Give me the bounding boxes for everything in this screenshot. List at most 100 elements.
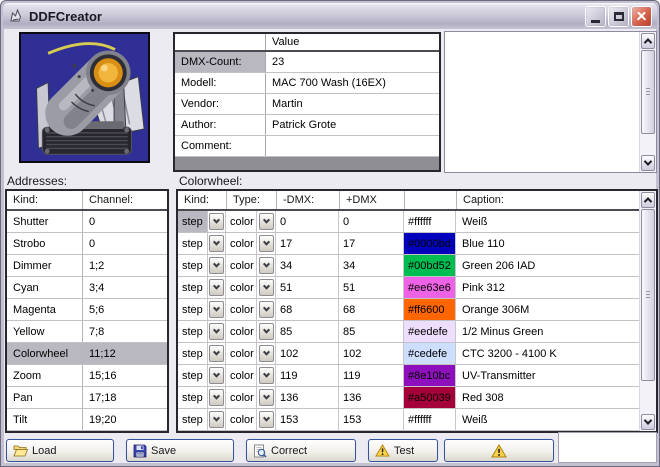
minus-dmx-cell[interactable]: 136 xyxy=(276,387,339,408)
caption-cell[interactable]: Orange 306M xyxy=(456,299,639,320)
type-dropdown-button[interactable] xyxy=(257,233,276,254)
kind-value-cell[interactable]: step xyxy=(178,299,208,320)
type-value-cell[interactable]: color xyxy=(226,343,257,364)
minus-dmx-cell[interactable]: 0 xyxy=(276,211,339,232)
address-row-dimmer[interactable]: Dimmer 1;2 xyxy=(7,255,167,277)
property-label-author[interactable]: Author: xyxy=(175,115,266,135)
kind-dropdown-button[interactable] xyxy=(208,343,226,364)
status-field[interactable] xyxy=(558,432,657,463)
minimize-button[interactable] xyxy=(585,6,606,27)
color-swatch-cell[interactable]: #ffffff xyxy=(404,211,456,232)
address-row-cyan[interactable]: Cyan 3;4 xyxy=(7,277,167,299)
type-dropdown-button[interactable] xyxy=(257,255,276,276)
minus-dmx-cell[interactable]: 51 xyxy=(276,277,339,298)
kind-value-cell[interactable]: step xyxy=(178,233,208,254)
color-swatch-cell[interactable]: #ee63e6 xyxy=(404,277,456,298)
plus-dmx-cell[interactable]: 68 xyxy=(339,299,404,320)
plus-dmx-cell[interactable]: 51 xyxy=(339,277,404,298)
caption-cell[interactable]: Green 206 IAD xyxy=(456,255,639,276)
color-swatch-cell[interactable]: #00bd52 xyxy=(404,255,456,276)
color-swatch-cell[interactable]: #8e10bc xyxy=(404,365,456,386)
caption-cell[interactable]: UV-Transmitter xyxy=(456,365,639,386)
scrollbar-thumb[interactable] xyxy=(641,209,655,381)
type-dropdown-button[interactable] xyxy=(257,299,276,320)
address-row-magenta[interactable]: Magenta 5;6 xyxy=(7,299,167,321)
caption-cell[interactable]: CTC 3200 - 4100 K xyxy=(456,343,639,364)
plus-dmx-cell[interactable]: 136 xyxy=(339,387,404,408)
type-value-cell[interactable]: color xyxy=(226,409,257,430)
kind-value-cell[interactable]: step xyxy=(178,321,208,342)
minus-dmx-cell[interactable]: 68 xyxy=(276,299,339,320)
type-dropdown-button[interactable] xyxy=(257,387,276,408)
minus-dmx-cell[interactable]: 34 xyxy=(276,255,339,276)
kind-dropdown-button[interactable] xyxy=(208,387,226,408)
minus-dmx-cell[interactable]: 102 xyxy=(276,343,339,364)
caption-cell[interactable]: Blue 110 xyxy=(456,233,639,254)
warning-button[interactable] xyxy=(444,439,554,462)
kind-value-cell[interactable]: step xyxy=(178,255,208,276)
color-swatch-cell[interactable]: #ff6600 xyxy=(404,299,456,320)
color-swatch-cell[interactable]: #eedefe xyxy=(404,321,456,342)
titlebar[interactable]: DDFCreator xyxy=(3,3,657,29)
test-button[interactable]: Test xyxy=(368,439,438,462)
type-value-cell[interactable]: color xyxy=(226,365,257,386)
property-value-modell[interactable]: MAC 700 Wash (16EX) xyxy=(266,73,439,93)
minus-dmx-cell[interactable]: 17 xyxy=(276,233,339,254)
plus-dmx-cell[interactable]: 153 xyxy=(339,409,404,430)
plus-dmx-cell[interactable]: 17 xyxy=(339,233,404,254)
kind-value-cell[interactable]: step xyxy=(178,343,208,364)
color-swatch-cell[interactable]: #cedefe xyxy=(404,343,456,364)
scroll-down-button[interactable] xyxy=(641,155,655,171)
type-value-cell[interactable]: color xyxy=(226,387,257,408)
type-dropdown-button[interactable] xyxy=(257,277,276,298)
address-row-pan[interactable]: Pan 17;18 xyxy=(7,387,167,409)
type-dropdown-button[interactable] xyxy=(257,409,276,430)
correct-button[interactable]: Correct xyxy=(246,439,356,462)
type-dropdown-button[interactable] xyxy=(257,211,276,232)
caption-cell[interactable]: Weiß xyxy=(456,211,639,232)
property-label-vendor[interactable]: Vendor: xyxy=(175,94,266,114)
kind-dropdown-button[interactable] xyxy=(208,299,226,320)
load-button[interactable]: Load xyxy=(6,439,114,462)
plus-dmx-cell[interactable]: 102 xyxy=(339,343,404,364)
kind-dropdown-button[interactable] xyxy=(208,409,226,430)
plus-dmx-cell[interactable]: 0 xyxy=(339,211,404,232)
type-dropdown-button[interactable] xyxy=(257,365,276,386)
address-row-tilt[interactable]: Tilt 19;20 xyxy=(7,409,167,431)
address-row-shutter[interactable]: Shutter 0 xyxy=(7,211,167,233)
save-button[interactable]: Save xyxy=(126,439,234,462)
close-button[interactable] xyxy=(631,6,652,27)
property-value-author[interactable]: Patrick Grote xyxy=(266,115,439,135)
caption-cell[interactable]: Red 308 xyxy=(456,387,639,408)
maximize-button[interactable] xyxy=(608,6,629,27)
color-swatch-cell[interactable]: #0000bd xyxy=(404,233,456,254)
kind-dropdown-button[interactable] xyxy=(208,211,226,232)
property-value-dmx-count[interactable]: 23 xyxy=(266,52,439,72)
color-swatch-cell[interactable]: #ffffff xyxy=(404,409,456,430)
preview-panel[interactable] xyxy=(444,31,657,173)
type-value-cell[interactable]: color xyxy=(226,233,257,254)
scrollbar-thumb[interactable] xyxy=(641,50,655,134)
property-label-dmx-count[interactable]: DMX-Count: xyxy=(175,52,266,72)
minus-dmx-cell[interactable]: 119 xyxy=(276,365,339,386)
caption-cell[interactable]: Pink 312 xyxy=(456,277,639,298)
kind-value-cell[interactable]: step xyxy=(178,365,208,386)
minus-dmx-cell[interactable]: 153 xyxy=(276,409,339,430)
colorwheel-scrollbar[interactable] xyxy=(639,191,656,431)
caption-cell[interactable]: Weiß xyxy=(456,409,639,430)
type-value-cell[interactable]: color xyxy=(226,255,257,276)
kind-dropdown-button[interactable] xyxy=(208,321,226,342)
address-row-colorwheel-selected[interactable]: Colorwheel 11;12 xyxy=(7,343,167,365)
type-value-cell[interactable]: color xyxy=(226,321,257,342)
caption-cell[interactable]: 1/2 Minus Green xyxy=(456,321,639,342)
preview-scrollbar[interactable] xyxy=(639,32,656,172)
property-value-vendor[interactable]: Martin xyxy=(266,94,439,114)
minus-dmx-cell[interactable]: 85 xyxy=(276,321,339,342)
kind-value-cell[interactable]: step xyxy=(178,409,208,430)
scroll-up-button[interactable] xyxy=(641,33,655,49)
scroll-up-button[interactable] xyxy=(641,192,655,208)
property-label-modell[interactable]: Modell: xyxy=(175,73,266,93)
kind-value-cell[interactable]: step xyxy=(178,277,208,298)
kind-dropdown-button[interactable] xyxy=(208,233,226,254)
address-row-strobo[interactable]: Strobo 0 xyxy=(7,233,167,255)
